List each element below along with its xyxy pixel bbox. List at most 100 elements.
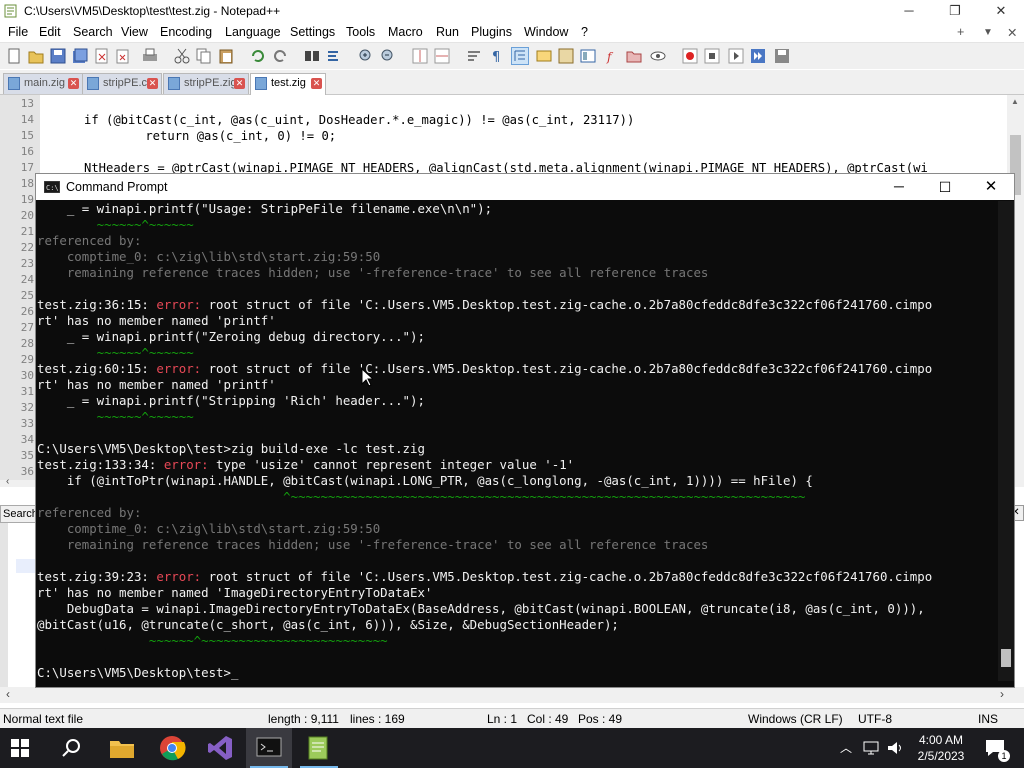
status-encoding[interactable]: UTF-8 xyxy=(858,712,892,726)
menu-window[interactable]: Window xyxy=(524,25,568,39)
cmd-minimize-button[interactable]: ─ xyxy=(876,174,922,200)
menu-edit[interactable]: Edit xyxy=(39,25,61,39)
console-text-segment: C:\Users\VM5\Desktop\test> xyxy=(37,665,231,680)
search-icon[interactable] xyxy=(60,736,88,764)
undo-icon[interactable] xyxy=(250,48,266,64)
save-all-icon[interactable] xyxy=(72,48,88,64)
line-number: 25 xyxy=(20,289,34,302)
file-tab-icon xyxy=(8,77,20,90)
stop-macro-icon[interactable] xyxy=(704,48,720,64)
volume-icon[interactable] xyxy=(886,740,904,756)
word-wrap-icon[interactable] xyxy=(466,48,482,64)
cmd-close-button[interactable]: ✕ xyxy=(968,174,1014,200)
file-explorer-icon[interactable] xyxy=(108,736,136,764)
line-number: 34 xyxy=(20,433,34,446)
cut-icon[interactable] xyxy=(174,48,190,64)
network-icon[interactable] xyxy=(862,740,880,756)
scroll-left-icon[interactable]: ‹ xyxy=(6,476,9,487)
tab-close-icon[interactable]: ✕ xyxy=(311,78,322,89)
indent-guide-icon[interactable] xyxy=(511,47,529,65)
menu-language[interactable]: Language xyxy=(225,25,281,39)
folder-workspace-icon[interactable] xyxy=(626,48,642,64)
windows-start-icon[interactable] xyxy=(10,738,38,766)
sync-vertical-icon[interactable] xyxy=(412,48,428,64)
new-file-icon[interactable] xyxy=(6,48,22,64)
open-file-icon[interactable] xyxy=(28,48,44,64)
define-language-icon[interactable] xyxy=(536,48,552,64)
menu-encoding[interactable]: Encoding xyxy=(160,25,212,39)
scroll-up-icon[interactable]: ▲ xyxy=(1011,97,1019,106)
cmd-console-output[interactable]: _ = winapi.printf("Usage: StripPeFile fi… xyxy=(36,201,998,681)
doc-map-icon[interactable] xyxy=(558,48,574,64)
visual-studio-icon[interactable] xyxy=(206,734,234,762)
show-all-chars-icon[interactable]: ¶ xyxy=(488,48,504,64)
tab-close-icon[interactable]: ✕ xyxy=(147,78,158,89)
chrome-icon[interactable] xyxy=(158,734,186,762)
taskbar-time[interactable]: 4:00 AM xyxy=(912,733,970,747)
menu-macro[interactable]: Macro xyxy=(388,25,423,39)
save-macro-icon[interactable] xyxy=(774,48,790,64)
doc-list-icon[interactable] xyxy=(580,48,596,64)
show-hidden-icons-chevron-icon[interactable]: ︿ xyxy=(840,739,852,756)
menu-new-tab-button[interactable]: + xyxy=(957,25,964,39)
cmd-title-bar[interactable]: C:\ Command Prompt ─ ☐ ✕ xyxy=(36,174,1014,200)
tab-main-zig[interactable]: main.zig ✕ xyxy=(3,73,83,94)
find-icon[interactable] xyxy=(304,48,320,64)
tab-strippe-c[interactable]: stripPE.c ✕ xyxy=(82,73,162,94)
npp-maximize-button[interactable]: ❐ xyxy=(932,0,978,22)
menu-tools[interactable]: Tools xyxy=(346,25,375,39)
close-all-icon[interactable] xyxy=(116,48,132,64)
sync-horizontal-icon[interactable] xyxy=(434,48,450,64)
console-text-segment: type 'usize' cannot represent integer va… xyxy=(216,457,575,472)
console-text-segment: root struct of file 'C:.Users.VM5.Deskto… xyxy=(208,569,933,584)
menu-plugins[interactable]: Plugins xyxy=(471,25,512,39)
cmd-maximize-button[interactable]: ☐ xyxy=(922,174,968,200)
zoom-out-icon[interactable] xyxy=(380,48,396,64)
cmd-vertical-scrollbar[interactable] xyxy=(998,201,1014,681)
command-prompt-window[interactable]: C:\ Command Prompt ─ ☐ ✕ _ = winapi.prin… xyxy=(35,173,1015,688)
menu-view[interactable]: View xyxy=(121,25,148,39)
status-eol[interactable]: Windows (CR LF) xyxy=(748,712,843,726)
npp-close-button[interactable]: ✕ xyxy=(978,0,1024,22)
run-macro-multiple-icon[interactable] xyxy=(750,48,766,64)
status-length: length : 9,111 xyxy=(268,712,339,726)
menu-help[interactable]: ? xyxy=(581,25,588,39)
copy-icon[interactable] xyxy=(196,48,212,64)
menu-tab-list-button[interactable]: ▼ xyxy=(983,27,993,38)
menu-close-doc-button[interactable]: ✕ xyxy=(1007,25,1017,40)
replace-icon[interactable] xyxy=(326,48,342,64)
taskbar-date[interactable]: 2/5/2023 xyxy=(912,749,970,763)
npp-minimize-button[interactable]: ─ xyxy=(886,0,932,22)
menu-file[interactable]: File xyxy=(8,25,28,39)
print-icon[interactable] xyxy=(142,48,158,64)
menu-search[interactable]: Search xyxy=(73,25,113,39)
paste-icon[interactable] xyxy=(218,48,234,64)
menu-settings[interactable]: Settings xyxy=(290,25,335,39)
line-number: 15 xyxy=(20,129,34,142)
cmd-scroll-thumb[interactable] xyxy=(1001,649,1011,667)
zoom-in-icon[interactable] xyxy=(358,48,374,64)
redo-icon[interactable] xyxy=(272,48,288,64)
function-list-icon[interactable]: f xyxy=(604,48,620,64)
close-file-icon[interactable] xyxy=(94,48,110,64)
scroll-left-icon[interactable]: ‹ xyxy=(6,687,10,701)
search-panel-header[interactable]: Search xyxy=(0,505,38,523)
taskbar-notepadpp-button[interactable] xyxy=(296,728,342,768)
save-icon[interactable] xyxy=(50,48,66,64)
search-panel-h-scrollbar[interactable]: ‹ › xyxy=(0,687,1024,703)
tab-close-icon[interactable]: ✕ xyxy=(234,78,245,89)
scroll-right-icon[interactable]: › xyxy=(1000,687,1004,701)
taskbar-cmd-button[interactable] xyxy=(246,728,292,768)
record-macro-icon[interactable] xyxy=(682,48,698,64)
tab-strippe-zig[interactable]: stripPE.zig ✕ xyxy=(163,73,249,94)
line-number: 23 xyxy=(20,257,34,270)
tab-test-zig[interactable]: test.zig ✕ xyxy=(250,73,326,95)
status-column: Col : 49 xyxy=(527,712,569,726)
tab-close-icon[interactable]: ✕ xyxy=(68,78,79,89)
menu-run[interactable]: Run xyxy=(436,25,459,39)
console-text-segment: error: xyxy=(156,297,209,312)
file-tab-icon xyxy=(255,77,267,90)
monitoring-icon[interactable] xyxy=(650,48,666,64)
console-line: ~~~~~~^~~~~~~ xyxy=(37,345,194,361)
play-macro-icon[interactable] xyxy=(728,48,744,64)
